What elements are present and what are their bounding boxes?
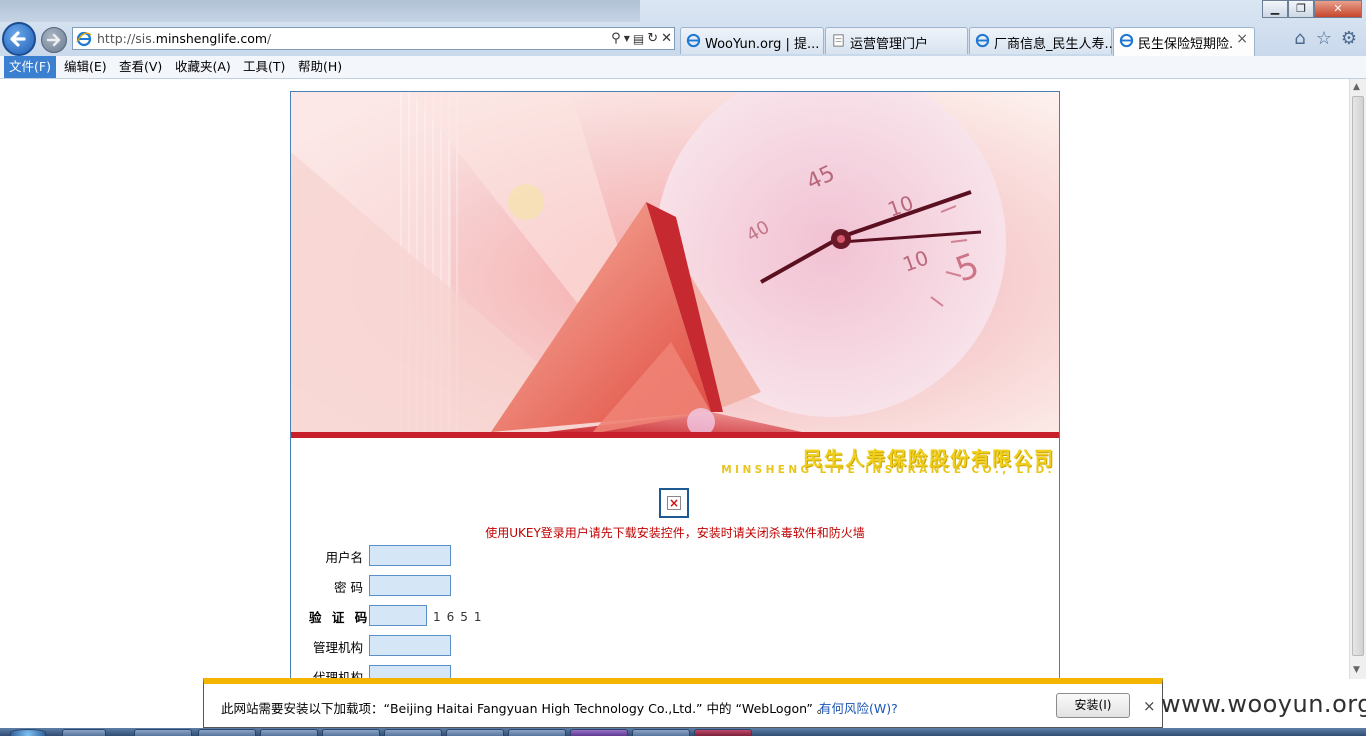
address-bar[interactable]: http://sis.minshenglife.com/ ⚲ ▼ ▤ ↻ ✕ <box>72 27 675 50</box>
captcha-label: 验 证 码 <box>309 610 371 625</box>
org-input[interactable] <box>369 635 451 656</box>
addon-install-notification: 此网站需要安装以下加载项：“Beijing Haitai Fangyuan Hi… <box>203 678 1163 728</box>
username-label: 用户名 <box>325 550 363 565</box>
login-frame: 45 10 10 5 40 民生人寿保险股份有限公司 MINSHENG LIFE… <box>290 91 1060 691</box>
menu-favorites[interactable]: 收藏夹(A) <box>170 56 236 78</box>
username-input[interactable] <box>369 545 451 566</box>
home-icon[interactable]: ⌂ <box>1290 29 1310 49</box>
install-button[interactable]: 安装(I) <box>1056 693 1130 718</box>
brand-name-en: MINSHENG LIFE INSURANCE CO., LTD. <box>721 464 1055 476</box>
captcha-input[interactable] <box>369 605 427 626</box>
taskbar-app-button[interactable] <box>134 729 192 736</box>
dropdown-icon[interactable]: ▼ <box>624 34 630 43</box>
background-window-titlebar <box>0 0 640 22</box>
ie-tab-icon <box>975 33 990 48</box>
taskbar-app-button[interactable] <box>632 729 690 736</box>
tab-label: 厂商信息_民生人寿... <box>994 37 1117 52</box>
tab-minsheng-active[interactable]: 民生保险短期险... × <box>1113 27 1255 56</box>
tab-vendor-info[interactable]: 厂商信息_民生人寿... <box>969 27 1117 54</box>
forward-button[interactable] <box>41 27 67 53</box>
tab-label: 运营管理门户 <box>850 37 929 52</box>
back-button[interactable] <box>2 22 36 56</box>
password-label: 密 码 <box>334 580 363 595</box>
org-label: 管理机构 <box>312 640 363 655</box>
search-icon[interactable]: ⚲ <box>611 31 621 46</box>
taskbar-app-button[interactable] <box>62 729 106 736</box>
restore-button[interactable]: ❐ <box>1288 0 1314 18</box>
menu-help[interactable]: 帮助(H) <box>293 56 347 78</box>
broken-image-icon: × <box>667 496 681 510</box>
tools-gear-icon[interactable]: ⚙ <box>1339 29 1359 49</box>
close-window-button[interactable]: ✕ <box>1314 0 1362 18</box>
taskbar-app-button[interactable] <box>694 729 752 736</box>
address-url: http://sis.minshenglife.com/ <box>97 31 272 46</box>
menu-view[interactable]: 查看(V) <box>114 56 167 78</box>
password-input[interactable] <box>369 575 451 596</box>
page-tab-icon <box>833 34 844 47</box>
notification-message: 此网站需要安装以下加载项：“Beijing Haitai Fangyuan Hi… <box>221 701 830 716</box>
tab-wooyun[interactable]: WooYun.org | 提... <box>680 27 824 54</box>
ie-page-icon <box>76 31 92 47</box>
captcha-code: 1651 <box>433 610 488 624</box>
scroll-down-icon[interactable]: ▼ <box>1353 665 1360 675</box>
ie-tab-icon <box>1119 33 1134 48</box>
taskbar-app-button[interactable] <box>322 729 380 736</box>
tab-portal[interactable]: 运营管理门户 <box>825 27 968 54</box>
activex-plugin-placeholder[interactable]: × <box>659 488 689 518</box>
menu-edit[interactable]: 编辑(E) <box>59 56 112 78</box>
menu-file[interactable]: 文件(F) <box>4 56 56 78</box>
banner-divider <box>291 432 1059 438</box>
taskbar-app-button[interactable] <box>384 729 442 736</box>
watermark: www.wooyun.org <box>1161 690 1366 718</box>
back-arrow-icon <box>10 31 26 47</box>
tab-label: 民生保险短期险... <box>1138 37 1234 52</box>
address-tools: ⚲ ▼ ▤ ↻ ✕ <box>611 29 672 48</box>
minimize-button[interactable]: ▁ <box>1262 0 1288 18</box>
risk-info-link[interactable]: 有何风险(W)? <box>819 698 898 717</box>
tab-close-icon[interactable]: × <box>1236 31 1248 47</box>
vertical-scrollbar[interactable]: ▲ ▼ <box>1349 79 1366 679</box>
stop-icon[interactable]: ✕ <box>661 31 672 46</box>
menu-tools[interactable]: 工具(T) <box>238 56 290 78</box>
notification-close-icon[interactable]: × <box>1143 697 1156 715</box>
scroll-up-icon[interactable]: ▲ <box>1353 82 1360 92</box>
taskbar-app-button[interactable] <box>570 729 628 736</box>
compat-view-icon[interactable]: ▤ <box>633 32 644 46</box>
tab-label: WooYun.org | 提... <box>705 37 820 52</box>
ukey-notice: 使用UKEY登录用户请先下载安装控件，安装时请关闭杀毒软件和防火墙 <box>485 526 865 540</box>
taskbar-app-button[interactable] <box>260 729 318 736</box>
forward-arrow-icon <box>46 33 61 47</box>
menu-bar: 文件(F) 编辑(E) 查看(V) 收藏夹(A) 工具(T) 帮助(H) <box>0 56 1366 79</box>
taskbar-app-button[interactable] <box>198 729 256 736</box>
taskbar-app-button[interactable] <box>508 729 566 736</box>
ie-tab-icon <box>686 33 701 48</box>
banner-image: 45 10 10 5 40 <box>291 92 1059 434</box>
taskbar-app-button[interactable] <box>446 729 504 736</box>
refresh-icon[interactable]: ↻ <box>647 31 658 46</box>
start-orb[interactable] <box>10 729 46 736</box>
browser-chrome: http://sis.minshenglife.com/ ⚲ ▼ ▤ ↻ ✕ W… <box>0 0 1366 56</box>
favorites-star-icon[interactable]: ☆ <box>1314 29 1334 49</box>
taskbar <box>0 728 1366 736</box>
scroll-thumb[interactable] <box>1352 96 1364 656</box>
